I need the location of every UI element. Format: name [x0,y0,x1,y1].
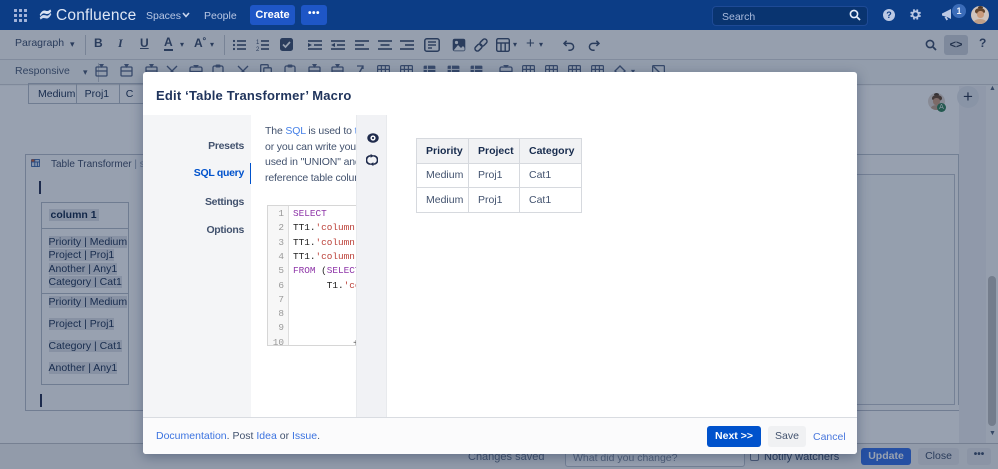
svg-text:?: ? [886,10,892,20]
